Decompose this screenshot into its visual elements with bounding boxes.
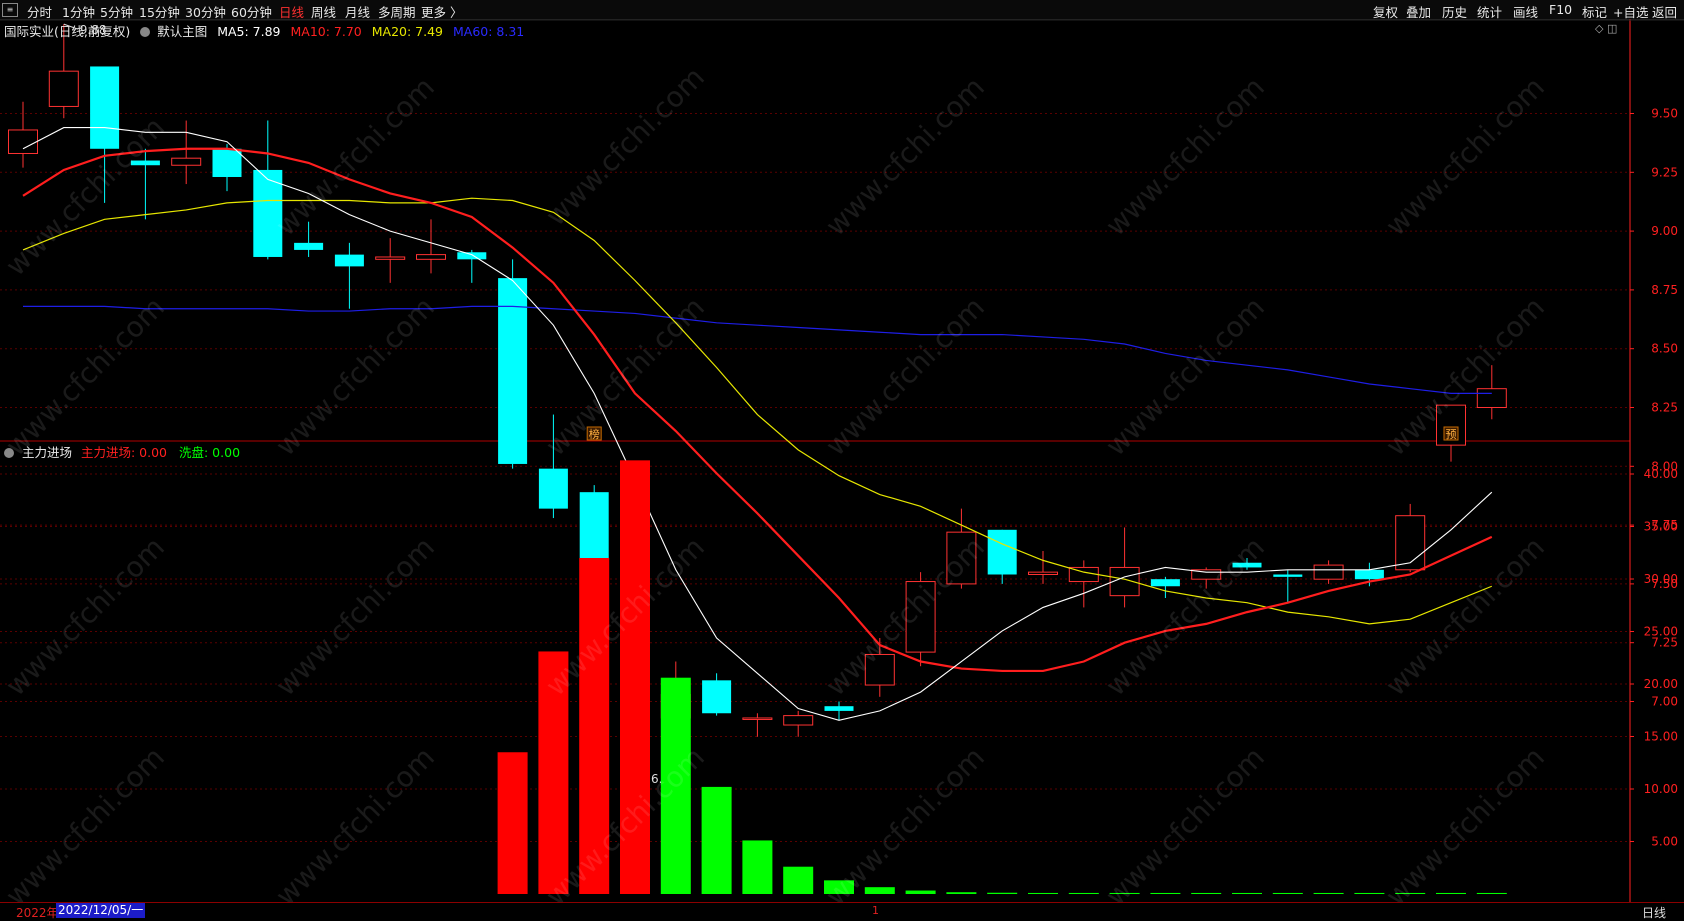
price-tick-label: 8.75: [1651, 283, 1678, 297]
candle-body-up: [8, 129, 38, 154]
candle-body-up: [905, 581, 936, 653]
candle-body-up: [1395, 515, 1426, 571]
candle-body-up: [1028, 571, 1058, 575]
candle-body-down: [90, 66, 120, 149]
indicator-tick-label: 10.00: [1644, 782, 1678, 796]
preview-marker: 预: [1446, 428, 1457, 441]
wash-bar: [946, 892, 977, 894]
main-chart-title-row: 国际实业(日线,前复权) 默认主图 MA5: 7.89 MA10: 7.70 M…: [4, 21, 524, 40]
candle-body-down: [212, 148, 242, 178]
wash-bar: [987, 892, 1018, 894]
indicator-tick-label: 25.00: [1644, 625, 1678, 639]
price-tick-label: 9.50: [1651, 107, 1678, 121]
date-year: 2022年: [16, 906, 59, 920]
indicator-tick-label: 40.00: [1644, 467, 1678, 481]
candle-body-down: [334, 254, 364, 267]
indicator-tick-label: 20.00: [1644, 677, 1678, 691]
ma60-label: MA60: 8.31: [453, 24, 525, 39]
wash-bar: [783, 866, 814, 894]
candle-body-down: [824, 706, 854, 711]
date-bar: 2022年 2022/12/05/一 1 日线: [0, 902, 1684, 920]
candle-body-up: [742, 717, 773, 720]
main-force-bar: [579, 558, 610, 894]
ma20-line: [22, 197, 1493, 625]
candle-body-up: [783, 715, 814, 726]
wash-bar: [1272, 892, 1303, 894]
price-tick-label: 8.50: [1651, 342, 1678, 356]
current-date: 2022/12/05/一: [56, 903, 146, 918]
candle-body-down: [294, 242, 324, 250]
chart-area[interactable]: 9.509.259.008.758.508.258.007.757.507.25…: [0, 19, 1684, 902]
wash-bar: [1191, 892, 1222, 894]
stock-title[interactable]: 国际实业(日线,前复权): [4, 24, 130, 39]
wash-bar: [1150, 892, 1181, 894]
wash-bar: [1313, 892, 1344, 894]
candle-body-down: [1354, 569, 1384, 580]
candle-body-up: [1313, 564, 1344, 580]
main-force-bar: [497, 752, 528, 894]
month-marker: 1: [872, 904, 879, 917]
candle-body-up: [864, 653, 895, 686]
candle-body-up: [946, 531, 977, 585]
indicator-menu-icon[interactable]: [4, 448, 14, 458]
period-toolbar: ≡ 分时 1分钟 5分钟 15分钟 30分钟 60分钟 日线 周线 月线 多周期 更多 〉 复权 叠加…: [0, 0, 1684, 20]
indicator-name[interactable]: 主力进场: [22, 445, 72, 460]
app-menu-icon[interactable]: ≡: [2, 3, 18, 17]
wash-bar: [660, 677, 691, 894]
main-force-bar: [620, 460, 650, 894]
candle-body-up: [1476, 388, 1507, 408]
candle-body-up: [375, 256, 406, 260]
wash-bar: [1232, 892, 1262, 894]
ma60-line: [23, 305, 1492, 394]
ma10-line: [22, 147, 1493, 673]
indicator-tick-label: 30.00: [1644, 572, 1678, 586]
indicator-tick-label: 35.00: [1644, 520, 1678, 534]
candle-body-down: [1232, 562, 1262, 568]
wash-bar: [1109, 892, 1140, 894]
wash-bar: [1436, 892, 1466, 894]
wash-bar: [701, 786, 732, 894]
candle-body-up: [171, 157, 202, 166]
wash-bar: [1476, 892, 1507, 894]
indicator-tick-label: 15.00: [1644, 730, 1678, 744]
sub-chart-title-row: 主力进场 主力进场: 0.00 洗盘: 0.00: [4, 442, 240, 461]
template-label[interactable]: 默认主图: [157, 24, 207, 39]
candle-body-down: [538, 468, 568, 509]
wash-bar: [1068, 892, 1099, 894]
candle-body-down: [130, 160, 160, 166]
price-tick-label: 9.00: [1651, 224, 1678, 238]
list-marker: 榜: [589, 427, 600, 441]
period-indicator[interactable]: 日线: [1642, 904, 1666, 921]
template-icon[interactable]: [140, 27, 151, 37]
wash-bar: [1354, 892, 1385, 894]
ma10-label: MA10: 7.70: [290, 24, 362, 39]
wash-bar: [742, 840, 773, 894]
tool-button-5[interactable]: F10: [1549, 2, 1572, 17]
ma5-label: MA5: 7.89: [217, 24, 281, 39]
candle-body-down: [457, 252, 487, 260]
wash-label: 洗盘: 0.00: [179, 445, 241, 460]
wash-bar: [864, 887, 895, 894]
main-force-label: 主力进场: 0.00: [80, 445, 168, 460]
ma20-label: MA20: 7.49: [371, 24, 444, 39]
indicator-tick-label: 5.00: [1651, 835, 1678, 849]
price-tick-label: 9.25: [1651, 165, 1678, 179]
candle-body-down: [702, 680, 732, 714]
chart-mode-icons[interactable]: ◇ ◫: [1595, 22, 1617, 35]
price-tick-label: 7.00: [1651, 695, 1678, 709]
main-force-bar: [538, 651, 569, 894]
candle-body-up: [416, 254, 446, 260]
wash-bar: [824, 880, 854, 894]
wash-bar: [1395, 892, 1426, 894]
candle-body-up: [48, 70, 79, 107]
wash-bar: [905, 890, 936, 894]
candle-body-down: [1273, 574, 1303, 577]
wash-bar: [1028, 892, 1058, 894]
candle-body-down: [987, 529, 1017, 575]
candle-body-down: [1150, 579, 1180, 587]
price-tick-label: 8.25: [1651, 401, 1678, 415]
